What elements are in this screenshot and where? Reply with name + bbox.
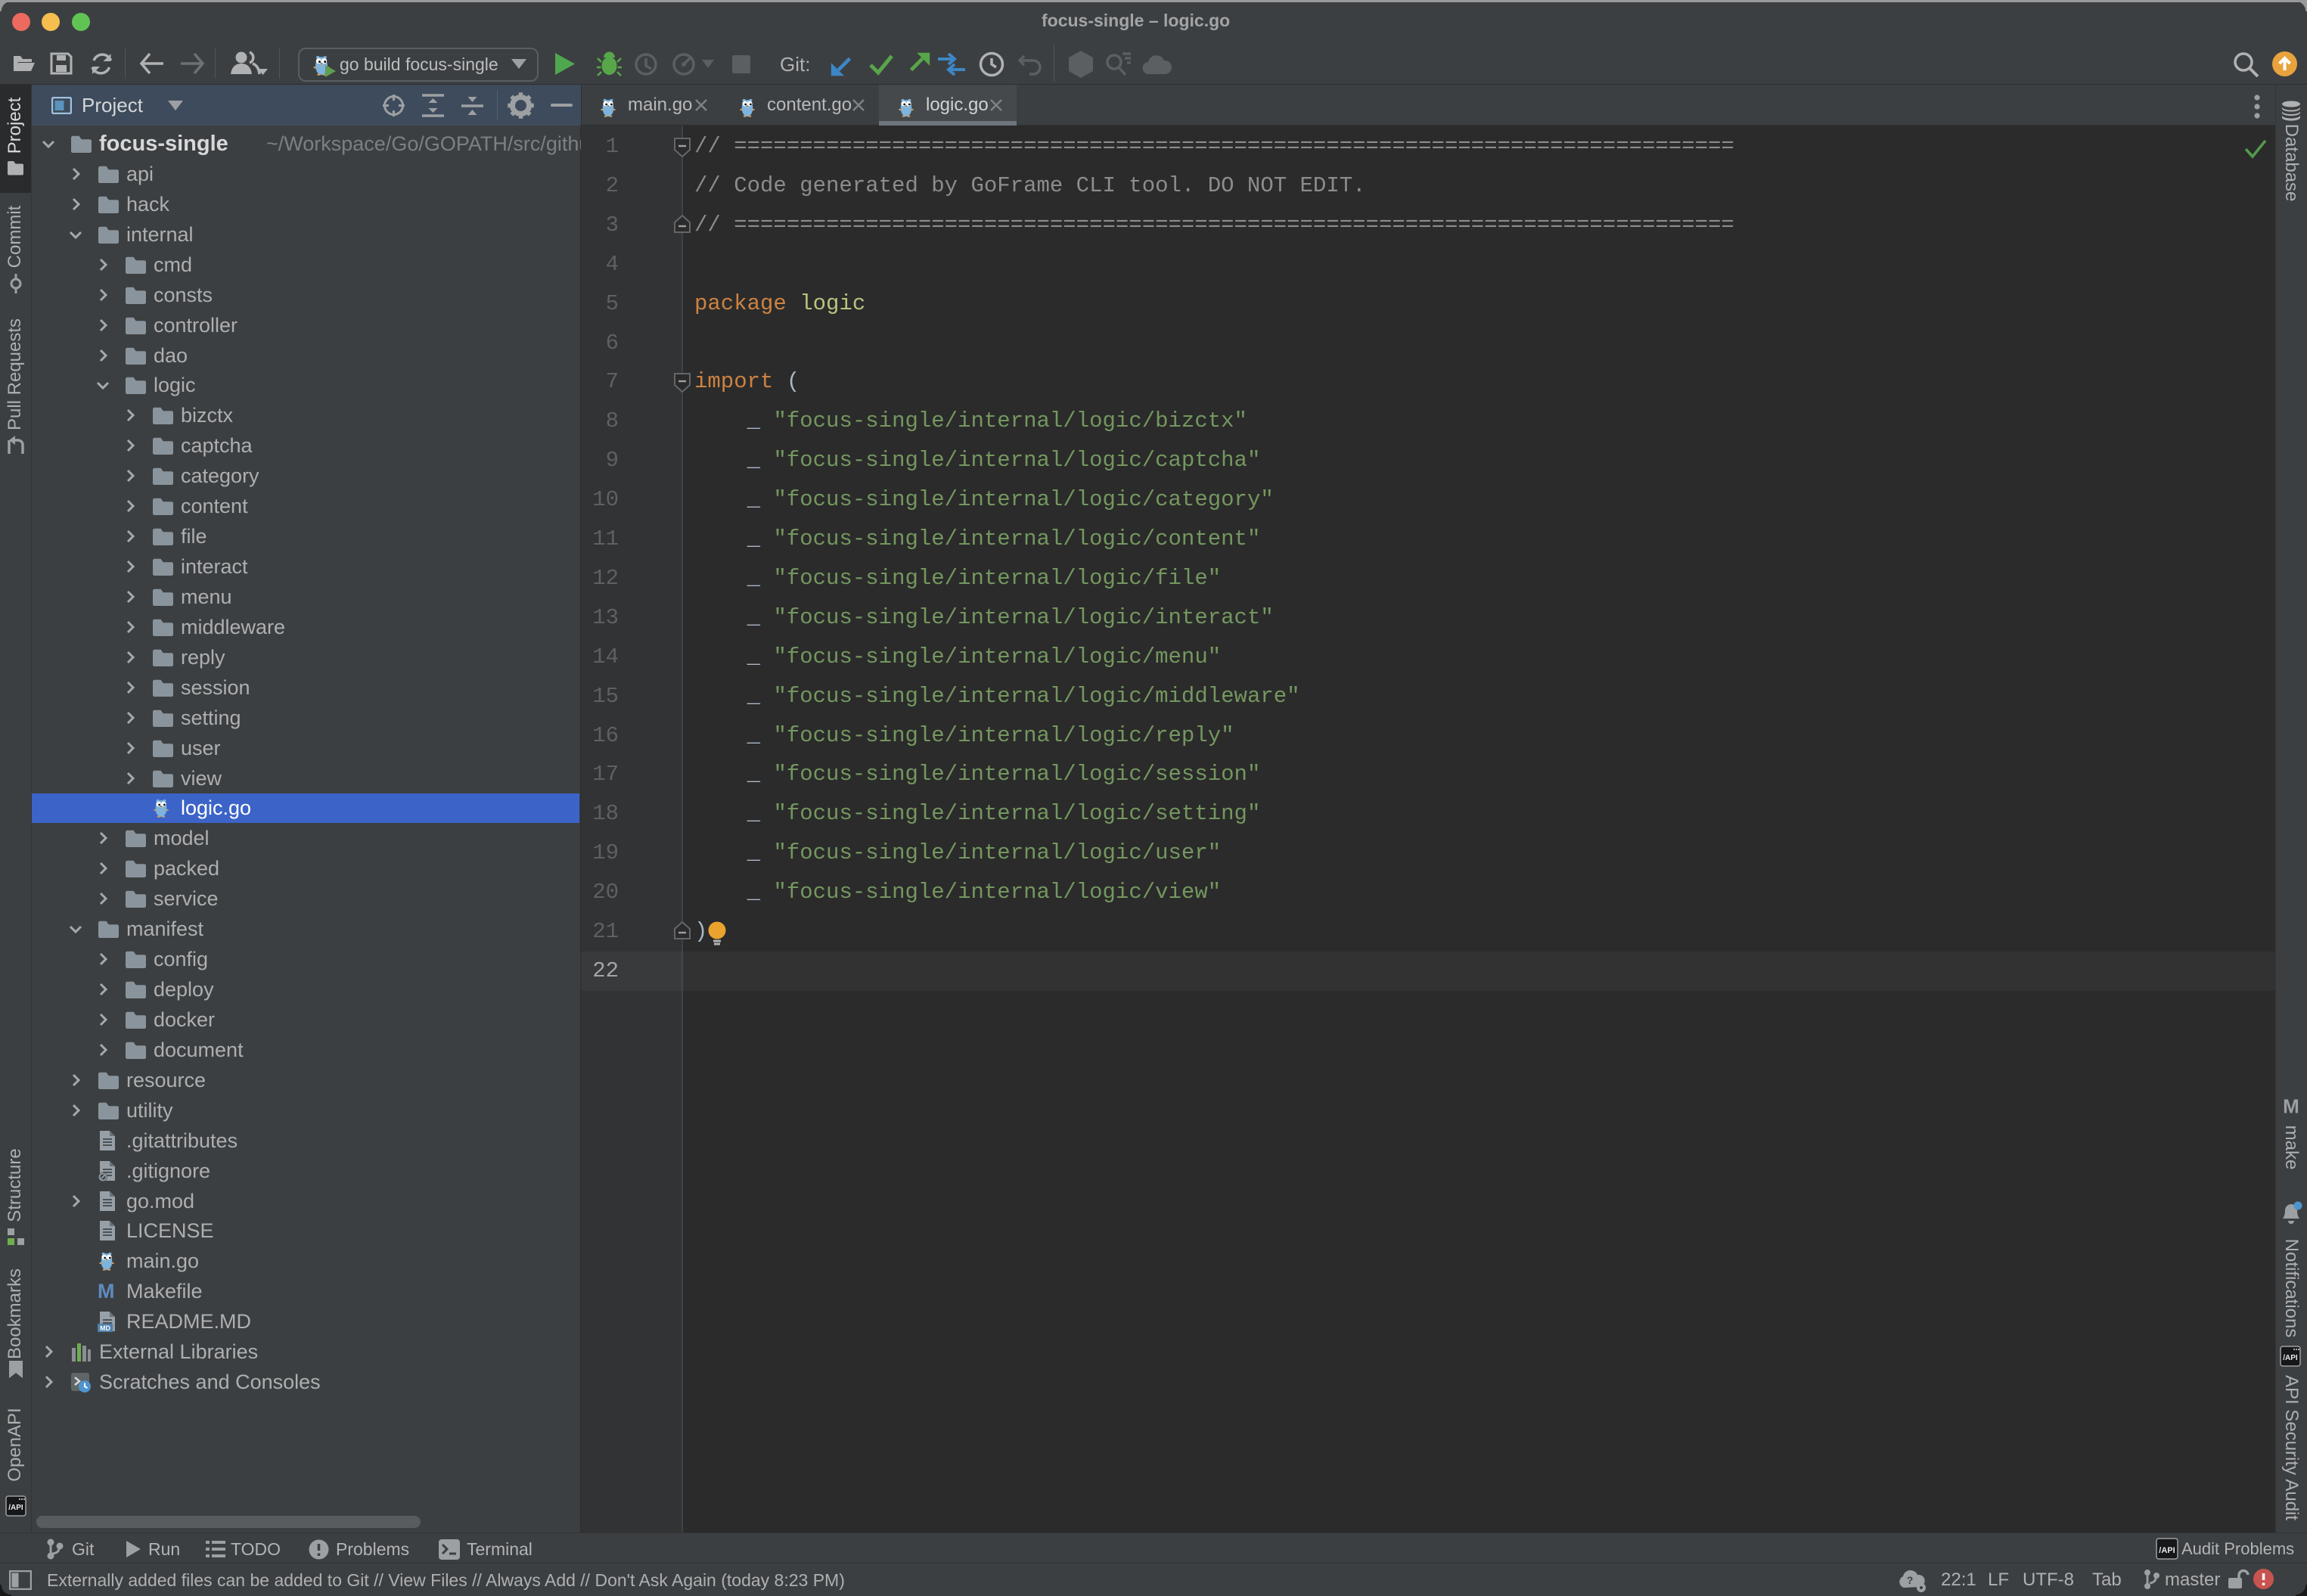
svg-text:/API: /API bbox=[2283, 1354, 2298, 1362]
svg-text:/API: /API bbox=[2159, 1546, 2175, 1555]
svg-text:/API: /API bbox=[8, 1504, 23, 1512]
svg-text:MD: MD bbox=[100, 1324, 110, 1332]
svg-text:?: ? bbox=[1907, 1574, 1914, 1586]
